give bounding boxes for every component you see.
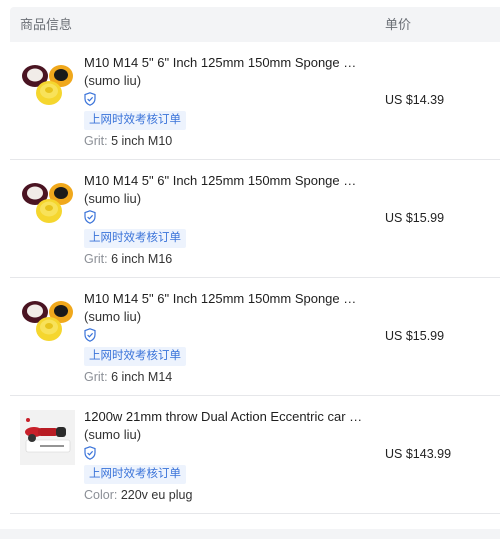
order-item-row: 1200w 21mm throw Dual Action Eccentric c… <box>10 396 500 514</box>
buffing-pads-image <box>22 183 73 223</box>
product-title-link[interactable]: M10 M14 5" 6" Inch 125mm 150mm Sponge Bu… <box>84 173 364 189</box>
order-items-table: 商品信息 单价 M10 M14 5" 6" Inch 125mm 150mm S… <box>10 7 500 514</box>
order-item-row: M10 M14 5" 6" Inch 125mm 150mm Sponge Bu… <box>10 160 500 278</box>
car-polisher-image <box>20 410 75 465</box>
section-divider <box>0 529 500 539</box>
order-item-row: M10 M14 5" 6" Inch 125mm 150mm Sponge Bu… <box>10 278 500 396</box>
shield-check-icon <box>84 446 96 460</box>
seller-name: (sumo liu) <box>84 73 142 88</box>
product-attribute: Grit: 5 inch M10 <box>84 133 172 149</box>
seller-name: (sumo liu) <box>84 191 142 206</box>
column-header-unit-price: 单价 <box>385 17 412 32</box>
attribute-key: Color: <box>84 488 118 502</box>
attribute-key: Grit: <box>84 252 108 266</box>
attribute-key: Grit: <box>84 370 108 384</box>
unit-price: US $143.99 <box>385 447 452 461</box>
attribute-value: 6 inch M16 <box>111 252 173 266</box>
product-attribute: Grit: 6 inch M14 <box>84 369 172 385</box>
assessment-order-badge: 上网时效考核订单 <box>84 347 186 366</box>
unit-price: US $14.39 <box>385 93 445 107</box>
order-item-row: M10 M14 5" 6" Inch 125mm 150mm Sponge Bu… <box>10 42 500 160</box>
shield-check-icon <box>84 210 96 224</box>
attribute-value: 220v eu plug <box>120 488 193 502</box>
product-title-link[interactable]: M10 M14 5" 6" Inch 125mm 150mm Sponge Bu… <box>84 55 364 71</box>
seller-name: (sumo liu) <box>84 309 142 324</box>
product-thumbnail[interactable] <box>20 292 75 347</box>
assessment-order-badge: 上网时效考核订单 <box>84 229 186 248</box>
shield-check-icon <box>84 92 96 106</box>
product-thumbnail[interactable] <box>20 174 75 229</box>
product-attribute: Color: 220v eu plug <box>84 487 192 503</box>
seller-name: (sumo liu) <box>84 427 142 442</box>
attribute-value: 5 inch M10 <box>111 134 173 148</box>
attribute-key: Grit: <box>84 134 108 148</box>
product-title-link[interactable]: M10 M14 5" 6" Inch 125mm 150mm Sponge Bu… <box>84 291 364 307</box>
product-thumbnail[interactable] <box>20 56 75 111</box>
assessment-order-badge: 上网时效考核订单 <box>84 465 186 484</box>
product-attribute: Grit: 6 inch M16 <box>84 251 172 267</box>
table-header: 商品信息 单价 <box>10 7 500 42</box>
buffing-pads-image <box>22 301 73 341</box>
column-header-product-info: 商品信息 <box>20 17 73 32</box>
product-title-link[interactable]: 1200w 21mm throw Dual Action Eccentric c… <box>84 409 364 425</box>
assessment-order-badge: 上网时效考核订单 <box>84 111 186 130</box>
unit-price: US $15.99 <box>385 211 445 225</box>
unit-price: US $15.99 <box>385 329 445 343</box>
attribute-value: 6 inch M14 <box>111 370 173 384</box>
shield-check-icon <box>84 328 96 342</box>
buffing-pads-image <box>22 65 73 105</box>
product-thumbnail[interactable] <box>20 410 75 465</box>
